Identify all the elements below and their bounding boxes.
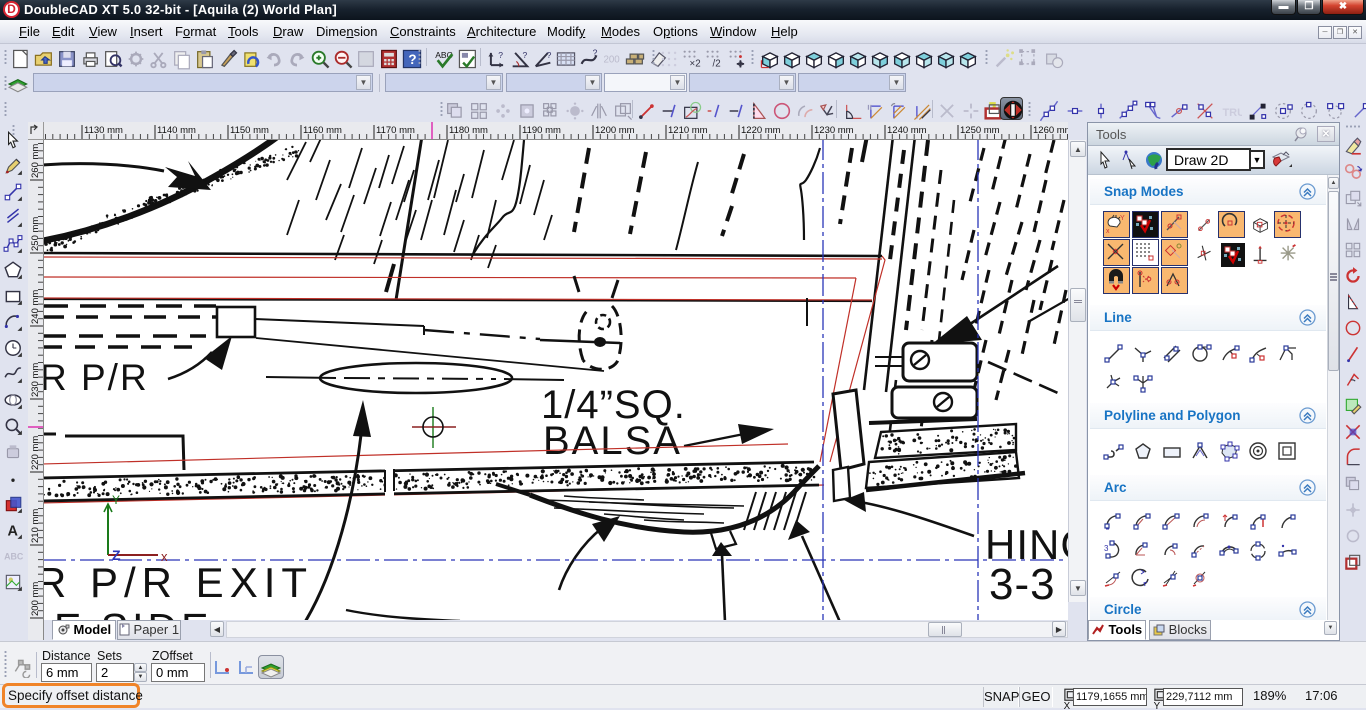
- svg-text:Z: Z: [112, 547, 121, 563]
- svg-text:x: x: [1106, 228, 1110, 235]
- svg-text:TRU: TRU: [1222, 107, 1242, 119]
- svg-text:Y: Y: [1120, 215, 1125, 222]
- svg-text:BALSA: BALSA: [543, 419, 682, 463]
- svg-text:R P/R EXIT: R P/R EXIT: [44, 559, 313, 606]
- svg-text:3: 3: [1104, 544, 1109, 553]
- svg-text:3-3: 3-3: [989, 560, 1056, 609]
- svg-text:×2: ×2: [690, 58, 701, 69]
- svg-text:/2: /2: [713, 58, 721, 69]
- svg-text:R P/R: R P/R: [44, 357, 149, 398]
- svg-text:ABC: ABC: [4, 551, 23, 561]
- svg-text:?: ?: [522, 50, 527, 60]
- svg-text:X: X: [1064, 701, 1071, 710]
- svg-text:?: ?: [498, 50, 503, 60]
- svg-text:?: ?: [547, 50, 552, 60]
- svg-text:E SIDE: E SIDE: [54, 605, 212, 620]
- svg-text:Y: Y: [112, 493, 120, 507]
- svg-text:Y: Y: [1154, 701, 1161, 710]
- svg-text:x: x: [161, 549, 168, 564]
- svg-text:200: 200: [603, 55, 620, 66]
- svg-text:?: ?: [593, 48, 598, 57]
- svg-text:?: ?: [408, 52, 416, 67]
- svg-text:A: A: [7, 524, 18, 540]
